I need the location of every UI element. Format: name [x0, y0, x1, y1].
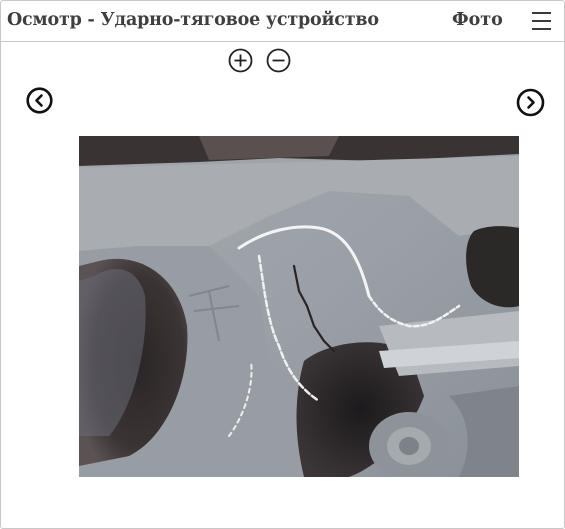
- top-bar: Осмотр - Ударно-тяговое устройство Фото: [1, 1, 565, 42]
- previous-photo-button[interactable]: [26, 87, 53, 114]
- photo-tab-link[interactable]: Фото: [452, 10, 503, 30]
- minus-circle-icon: [266, 48, 291, 73]
- inspection-photo[interactable]: [79, 136, 519, 477]
- coupler-crack-photo: [79, 136, 519, 477]
- zoom-out-button[interactable]: [266, 48, 291, 73]
- chevron-left-circle-icon: [26, 87, 53, 114]
- zoom-in-button[interactable]: [228, 48, 253, 73]
- app-window: Осмотр - Ударно-тяговое устройство Фото: [0, 0, 565, 529]
- chevron-right-circle-icon: [516, 88, 545, 117]
- page-title: Осмотр - Ударно-тяговое устройство: [7, 10, 379, 30]
- next-photo-button[interactable]: [516, 88, 545, 117]
- hamburger-menu-icon[interactable]: [532, 10, 552, 32]
- plus-circle-icon: [228, 48, 253, 73]
